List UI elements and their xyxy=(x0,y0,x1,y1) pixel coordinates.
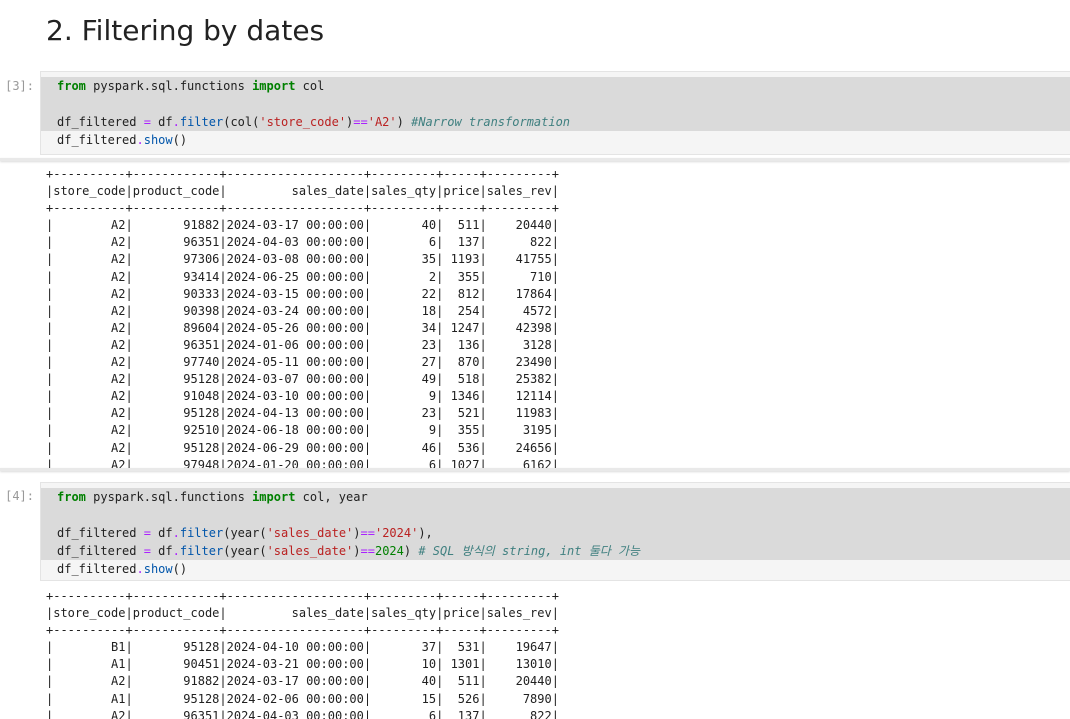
output-line: | A2| 91882|2024-03-17 00:00:00| 40| 511… xyxy=(46,218,559,233)
output-line: | A2| 89604|2024-05-26 00:00:00| 34| 124… xyxy=(46,320,559,335)
code-cell-input[interactable]: from pyspark.sql.functions import col df… xyxy=(40,71,1070,155)
code-line: from pyspark.sql.functions import col xyxy=(41,77,1070,95)
output-line: | A2| 96351|2024-04-03 00:00:00| 6| 137|… xyxy=(46,235,559,250)
cell-prompt: [4]: xyxy=(5,489,34,503)
code-line: df_filtered.show() xyxy=(57,562,188,576)
output-line: | A2| 91882|2024-03-17 00:00:00| 40| 511… xyxy=(46,674,559,689)
output-line: | A1| 95128|2024-02-06 00:00:00| 15| 526… xyxy=(46,691,559,706)
output-line: | A2| 90333|2024-03-15 00:00:00| 22| 812… xyxy=(46,286,559,301)
output-line: | A1| 90451|2024-03-21 00:00:00| 10| 130… xyxy=(46,657,559,672)
output-line: +----------+------------+---------------… xyxy=(46,167,559,181)
output-line: +----------+------------+---------------… xyxy=(46,201,559,216)
cell-output: +----------+------------+---------------… xyxy=(46,166,559,469)
output-line: | B1| 95128|2024-04-10 00:00:00| 37| 531… xyxy=(46,640,559,655)
output-line: +----------+------------+---------------… xyxy=(46,623,559,638)
code-line xyxy=(41,95,1070,113)
output-line: | A2| 95128|2024-06-29 00:00:00| 46| 536… xyxy=(46,440,559,455)
cell-prompt: [3]: xyxy=(5,79,34,93)
output-line: | A2| 92510|2024-06-18 00:00:00| 9| 355|… xyxy=(46,423,559,438)
code-line xyxy=(41,506,1070,524)
code-line: df_filtered.show() xyxy=(57,133,188,147)
output-line: | A2| 97740|2024-05-11 00:00:00| 27| 870… xyxy=(46,355,559,370)
output-line: |store_code|product_code| sales_date|sal… xyxy=(46,606,559,621)
output-line: +----------+------------+---------------… xyxy=(46,589,559,603)
cell-output: +----------+------------+---------------… xyxy=(46,588,559,719)
output-line: | A2| 96351|2024-04-03 00:00:00| 6| 137|… xyxy=(46,708,559,719)
code-line: df_filtered = df.filter(year('sales_date… xyxy=(41,542,1070,560)
code-cell-input[interactable]: from pyspark.sql.functions import col, y… xyxy=(40,482,1070,581)
code-line: df_filtered = df.filter(col('store_code'… xyxy=(41,113,1070,131)
code-line: df_filtered = df.filter(year('sales_date… xyxy=(41,524,1070,542)
output-line: |store_code|product_code| sales_date|sal… xyxy=(46,184,559,199)
output-line: | A2| 90398|2024-03-24 00:00:00| 18| 254… xyxy=(46,303,559,318)
code-line: from pyspark.sql.functions import col, y… xyxy=(41,488,1070,506)
output-line: | A2| 97306|2024-03-08 00:00:00| 35| 119… xyxy=(46,252,559,267)
cell-divider xyxy=(0,468,1070,471)
output-line: | A2| 96351|2024-01-06 00:00:00| 23| 136… xyxy=(46,337,559,352)
output-line: | A2| 95128|2024-03-07 00:00:00| 49| 518… xyxy=(46,372,559,387)
output-line: | A2| 91048|2024-03-10 00:00:00| 9| 1346… xyxy=(46,389,559,404)
output-line: | A2| 93414|2024-06-25 00:00:00| 2| 355|… xyxy=(46,269,559,284)
section-heading: 2. Filtering by dates xyxy=(46,14,325,47)
output-line: | A2| 95128|2024-04-13 00:00:00| 23| 521… xyxy=(46,406,559,421)
cell-divider xyxy=(0,158,1070,161)
